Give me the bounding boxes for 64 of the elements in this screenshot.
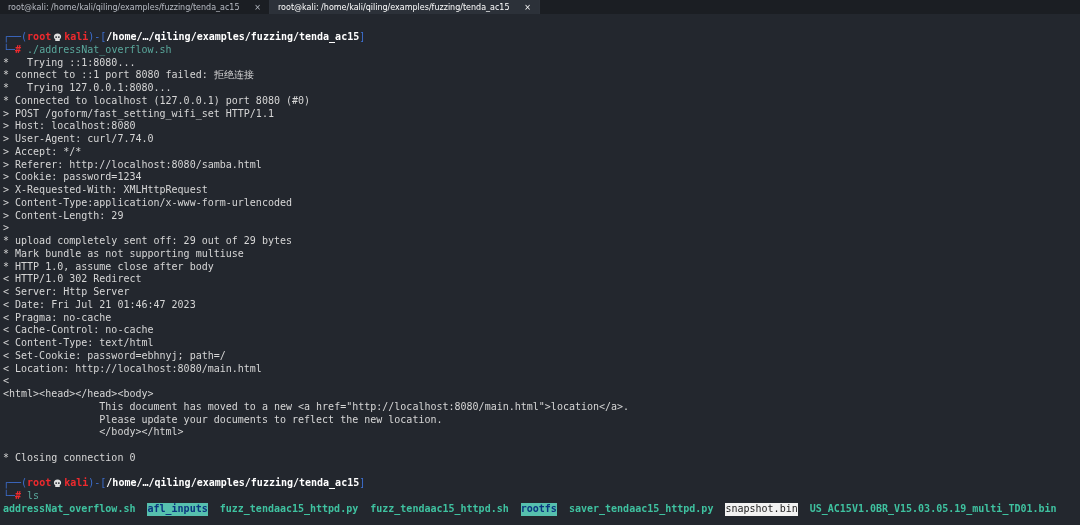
output-line: <html><head></head><body> [3,388,154,401]
output-line: < Set-Cookie: password=ebhnyj; path=/ [3,349,226,363]
output-line: > Referer: http://localhost:8080/samba.html [3,158,262,172]
output-line: * HTTP 1.0, assume close after body [3,260,214,274]
prompt-user: root [27,31,52,44]
output-line: * upload completely sent off: 29 out of 29 bytes [3,235,292,248]
output-line: Please update your documents to reflect the new location. [98,413,443,427]
file-name: fuzz_tendaac15_httpd.py [219,502,359,516]
output-line: * Trying 127.0.0.1:8080... [3,82,172,95]
command-text: ls [27,490,40,503]
output-line: > [3,222,10,235]
prompt-path: /home/…/qiling/examples/fuzzing/tenda_ac15 [106,31,360,44]
prompt-frame: ] [359,31,366,44]
output-line: < Pragma: no-cache [3,311,112,325]
prompt-frame: ┌──( [3,477,28,490]
output-line: > Content-Length: 29 [3,209,124,223]
output-line: < HTTP/1.0 302 Redirect [3,273,142,286]
file-name: US_AC15V1.0BR_V15.03.05.19_multi_TD01.bin [809,502,1057,516]
tab-title: root@kali: /home/kali/qiling/examples/fuzzing/tenda_ac15 [278,2,510,12]
prompt-host: kali [64,31,89,44]
output-line: * Connected to localhost (127.0.0.1) port 8080 (#0) [3,94,311,108]
output-line: > POST /goform/fast_setting_wifi_set HTTP/1.1 [3,107,274,121]
prompt-frame: )-[ [88,31,107,44]
file-name: fuzz_tendaac15_httpd.sh [370,502,509,516]
prompt-user: root [27,477,52,490]
prompt-path: /home/…/qiling/examples/fuzzing/tenda_ac15 [106,477,360,490]
prompt-host: kali [64,477,89,490]
command-text: ./addressNat_overflow.sh [27,43,172,57]
prompt-frame: └─ [3,43,16,57]
output-line: > User-Agent: curl/7.74.0 [3,133,154,146]
prompt-frame: ┌──( [3,31,28,44]
output-line: > Content-Type:application/x-www-form-urlencoded [3,196,292,210]
output-line: * Trying ::1:8080... [3,56,136,70]
close-icon[interactable]: × [254,2,261,12]
output-line: * Closing connection 0 [3,451,136,465]
file-name: saver_tendaac15_httpd.py [568,502,714,516]
file-name: rootfs [520,502,557,516]
file-name: snapshot.bin [725,502,798,516]
output-line: > Accept: */* [3,145,82,159]
close-icon[interactable]: × [524,2,531,12]
skull-icon [53,32,63,42]
output-line: < Location: http://localhost:8080/main.html [3,362,262,376]
output-line: < Date: Fri Jul 21 01:46:47 2023 [3,298,196,312]
output-line: < [3,375,10,388]
output-line: This document has moved to a new <a href="http://localhost:8080/main.html">location</a>. [98,400,630,414]
file-name: afl_inputs [147,502,208,516]
output-line: * connect to ::1 port 8080 failed: 拒绝连接 [3,69,254,82]
tab-title: root@kali: /home/kali/qiling/examples/fuzzing/tenda_ac15 [8,2,240,12]
output-line: * Mark bundle as not supporting multiuse [3,247,244,261]
output-line: < Content-Type: text/html [3,337,154,350]
output-line: > Cookie: password=1234 [3,171,142,184]
prompt-frame: └─ [3,490,16,503]
skull-icon [53,479,63,489]
file-name: addressNat_overflow.sh [3,502,136,516]
prompt-symbol: # [15,43,22,57]
terminal-tab[interactable]: root@kali: /home/kali/qiling/examples/fuzzing/tenda_ac15 × [270,0,540,14]
output-line: > Host: localhost:8080 [3,120,136,133]
prompt-symbol: # [15,490,22,503]
output-line: < Server: Http Server [3,286,130,299]
prompt-frame: ] [359,477,366,490]
prompt-frame: )-[ [88,477,107,490]
output-line: > X-Requested-With: XMLHttpRequest [3,184,208,197]
output-line: </body></html> [98,426,184,439]
output-line: < Cache-Control: no-cache [3,324,154,337]
